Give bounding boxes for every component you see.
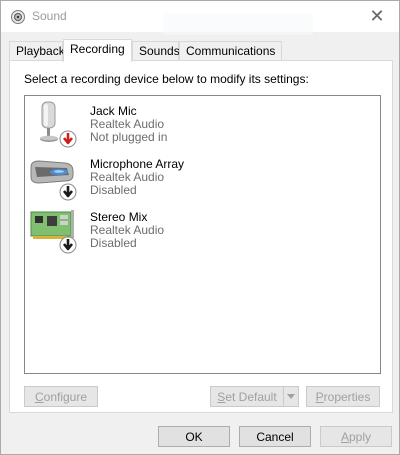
set-default-label: et Default <box>225 389 277 404</box>
device-name: Microphone Array <box>90 157 185 171</box>
black-down-arrow-badge <box>59 183 77 201</box>
tab-strip: Playback Recording Sounds Communications <box>9 39 393 62</box>
tab-playback[interactable]: Playback <box>9 41 65 61</box>
background-window-ghost <box>163 13 313 35</box>
device-name: Stereo Mix <box>90 210 148 224</box>
apply-button[interactable]: Apply <box>320 426 392 447</box>
device-status: Disabled <box>90 236 137 250</box>
device-status: Not plugged in <box>90 130 168 144</box>
sound-dialog: Sound ✕ Playback Recording Sounds Commun… <box>0 0 400 455</box>
properties-button[interactable]: Properties <box>306 386 380 407</box>
cancel-button[interactable]: Cancel <box>239 426 311 447</box>
close-button[interactable]: ✕ <box>355 1 399 32</box>
properties-label: roperties <box>323 389 371 404</box>
configure-mnemonic: C <box>34 389 44 404</box>
black-down-arrow-badge <box>59 236 77 254</box>
list-item[interactable]: Jack Mic Realtek Audio Not plugged in <box>29 100 374 150</box>
recording-panel: Select a recording device below to modif… <box>9 60 393 413</box>
set-default-button[interactable]: Set Default <box>210 386 284 407</box>
tab-communications[interactable]: Communications <box>179 41 282 61</box>
speaker-icon <box>11 10 25 24</box>
instruction-text: Select a recording device below to modif… <box>24 72 309 86</box>
red-down-arrow-badge <box>59 130 77 148</box>
device-driver: Realtek Audio <box>90 223 165 237</box>
apply-label: pply <box>349 429 372 444</box>
tab-sounds[interactable]: Sounds <box>132 41 180 61</box>
device-list[interactable]: Jack Mic Realtek Audio Not plugged in Mi… <box>24 95 381 374</box>
device-status: Disabled <box>90 183 137 197</box>
tab-recording[interactable]: Recording <box>63 39 132 62</box>
device-name: Jack Mic <box>90 104 137 118</box>
properties-mnemonic: P <box>315 389 324 404</box>
chevron-down-icon <box>287 394 295 399</box>
device-driver: Realtek Audio <box>90 117 165 131</box>
window-title: Sound <box>32 9 67 23</box>
device-driver: Realtek Audio <box>90 170 165 184</box>
ok-button[interactable]: OK <box>158 426 230 447</box>
set-default-dropdown[interactable] <box>283 386 299 407</box>
list-item[interactable]: Stereo Mix Realtek Audio Disabled <box>29 206 374 256</box>
title-bar[interactable]: Sound ✕ <box>1 1 399 35</box>
configure-button[interactable]: Configure <box>24 386 98 407</box>
set-default-mnemonic: S <box>217 389 226 404</box>
apply-mnemonic: A <box>340 429 349 444</box>
list-item[interactable]: Microphone Array Realtek Audio Disabled <box>29 153 374 203</box>
configure-label: onfigure <box>43 389 88 404</box>
